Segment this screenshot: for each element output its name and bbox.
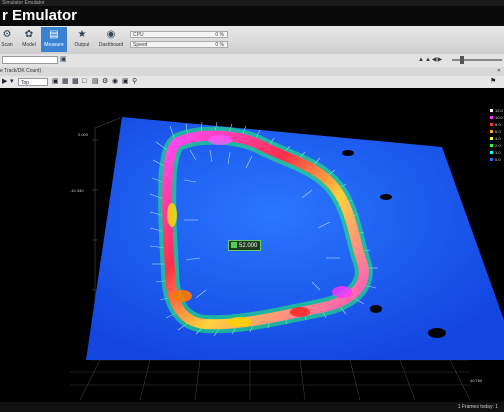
legend-item: 6.0 [490,129,501,134]
ribbon-button-dashboard[interactable]: ◉ Dashboard [96,27,126,52]
legend-item: 0.0 [490,157,501,162]
meter-label: Speed [133,42,148,48]
chart-icon[interactable]: ▤ [92,76,99,88]
legend-swatch [490,109,493,113]
color-icon[interactable]: ◉ [112,76,118,88]
save-icon[interactable]: ▣ [60,56,67,64]
box-icon[interactable]: □ [82,76,86,88]
axis-label-x-right: 40.760 [470,378,483,383]
app-title: r Emulator [2,7,78,24]
legend-item: 8.0 [490,122,501,127]
legend-item: 1.0 [490,150,501,155]
project-combo[interactable] [2,56,58,64]
cpu-meter: CPU 0 % [130,31,228,38]
panel-title: e Track/DK Count) [0,68,42,74]
legend-swatch [490,130,493,134]
view-dropdown[interactable]: Top [18,78,48,86]
ribbon-button-model[interactable]: ✿ Model [18,27,40,52]
ribbon-button-label: Scan [1,42,13,48]
zoom-slider-handle[interactable] [460,56,464,64]
pin-icon[interactable]: ⚑ [490,76,496,88]
legend-item: 10.0 [490,115,503,120]
dashboard-icon: ◉ [106,29,116,40]
grid-icon[interactable]: ▦ [62,76,69,88]
legend-swatch [490,123,493,127]
ribbon-button-label: Output [74,42,90,48]
legend-item: 4.0 [490,136,501,141]
camera-icon[interactable]: ▣ [52,76,59,88]
legend-item: 12.0 [490,108,503,113]
meter-label: CPU [133,32,144,38]
3d-viewport[interactable]: 2.000 -10.340 40.760 52.000 12.0 10.0 8.… [0,88,504,402]
legend-swatch [490,151,493,155]
scan-icon: ⚙ [2,29,12,40]
speed-meter: Speed 0 % [130,41,228,48]
measure-icon: ▤ [49,29,59,40]
legend-swatch [490,137,493,141]
legend-swatch [490,116,493,120]
ribbon-button-label: Measure [44,42,64,48]
legend-swatch [490,144,493,148]
measurement-marker[interactable]: 52.000 [228,240,262,251]
legend-item: 2.0 [490,143,501,148]
marker-icon [231,242,237,249]
legend-swatch [490,158,493,162]
ribbon-button-output[interactable]: ★ Output [70,27,94,52]
search-icon[interactable]: ⚲ [132,76,137,88]
close-icon[interactable]: ✕ [497,67,501,76]
ribbon-button-measure[interactable]: ▤ Measure [41,27,67,52]
app-header: r Emulator [0,6,504,26]
meter-value: 0 % [215,42,224,48]
save-icon[interactable]: ▣ [122,76,129,88]
secondary-toolbar: ▣ ▲▲◀▶ [0,54,504,68]
status-bar: 1 Frames today: 1 [0,402,504,412]
ribbon-button-label: Model [22,42,36,48]
nav-arrows[interactable]: ▲▲◀▶ [418,56,448,64]
axis-label-y-mid: -10.340 [70,188,84,193]
ribbon-button-scan[interactable]: ⚙ Scan [0,27,14,52]
arrow-icon[interactable]: ▶ [2,76,7,88]
floor-grid [70,359,471,401]
meter-value: 0 % [215,32,224,38]
ribbon-button-label: Dashboard [98,42,124,48]
axis-label-y-top: 2.000 [78,132,89,137]
marker-value: 52.000 [239,243,258,249]
chevron-down-icon[interactable]: ▾ [10,76,14,88]
settings-icon[interactable]: ⚙ [102,76,108,88]
model-icon: ✿ [24,29,34,40]
ribbon-toolbar: ⚙ Scan ✿ Model ▤ Measure ★ Output ◉ Dash… [0,26,504,55]
layers-icon[interactable]: ▩ [72,76,79,88]
status-text: 1 Frames today: 1 [457,404,498,410]
output-icon: ★ [77,29,87,40]
